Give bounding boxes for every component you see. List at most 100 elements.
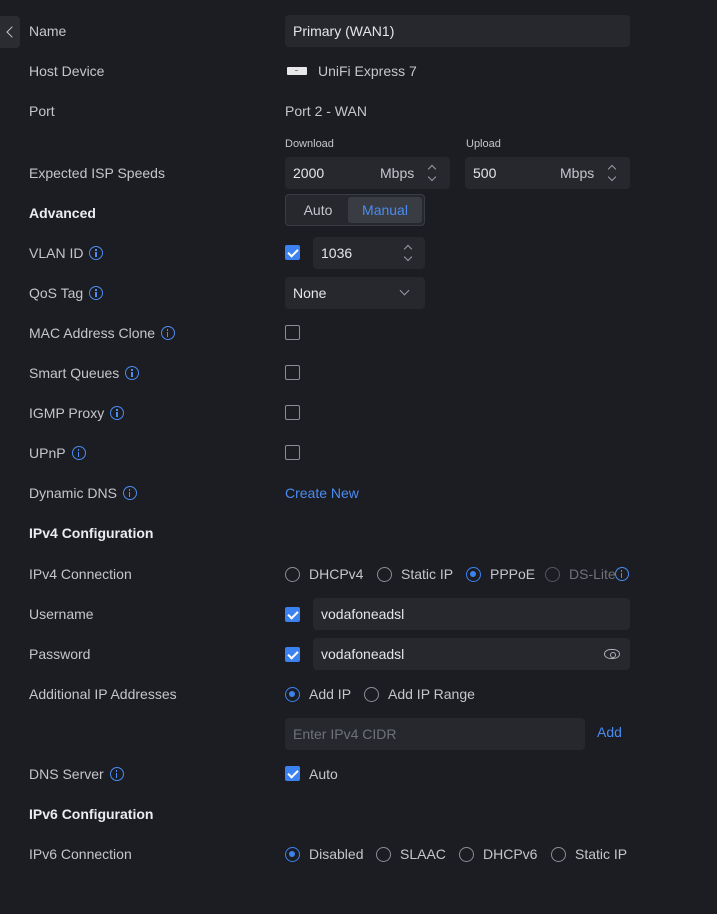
ipv6-section-title: IPv6 Configuration [29, 806, 154, 822]
add-cidr-button[interactable]: Add [597, 715, 622, 749]
smart-queues-label: Smart Queues [29, 356, 140, 390]
ipv6-connection-row: IPv6 Connection Disabled SLAAC DHCPv6 St… [0, 837, 717, 871]
mac-clone-label-text: MAC Address Clone [29, 325, 156, 341]
upload-label: Upload [466, 138, 501, 150]
igmp-checkbox[interactable] [285, 405, 300, 420]
info-icon[interactable] [161, 326, 176, 340]
ipv4-radio-static[interactable] [377, 567, 392, 582]
mac-clone-checkbox[interactable] [285, 325, 300, 340]
ipv4-radio-pppoe[interactable] [466, 567, 481, 582]
add-ip-radio[interactable] [285, 687, 300, 702]
vlan-stepper-icon[interactable] [403, 242, 413, 264]
vlan-value: 1036 [321, 245, 353, 261]
username-row: Username vodafoneadsl [0, 597, 717, 631]
ipv4-radio-dhcpv4[interactable] [285, 567, 300, 582]
username-checkbox[interactable] [285, 607, 300, 622]
dns-auto-checkbox[interactable] [285, 766, 300, 781]
create-new-link[interactable]: Create New [285, 476, 359, 510]
download-label: Download [285, 138, 334, 150]
smart-queues-row: Smart Queues [0, 356, 717, 390]
ipv6-option-disabled[interactable]: Disabled [309, 837, 363, 871]
igmp-label: IGMP Proxy [29, 396, 125, 430]
chevron-down-icon [399, 285, 410, 296]
qos-row: QoS Tag None [0, 276, 717, 310]
cidr-row: Enter IPv4 CIDR Add [0, 717, 717, 751]
qos-select[interactable]: None [285, 277, 425, 309]
ipv6-radio-static[interactable] [551, 847, 566, 862]
download-value: 2000 [293, 165, 325, 181]
ipv4-option-dhcpv4[interactable]: DHCPv4 [309, 557, 363, 591]
ipv6-section-row: IPv6 Configuration [0, 797, 717, 831]
smart-queues-checkbox[interactable] [285, 365, 300, 380]
eye-icon[interactable] [604, 649, 620, 659]
ipv4-option-pppoe[interactable]: PPPoE [490, 557, 535, 591]
upload-stepper-icon[interactable] [607, 162, 617, 184]
dns-row: DNS Server Auto [0, 757, 717, 791]
vlan-input[interactable]: 1036 [313, 237, 425, 269]
ipv6-radio-dhcpv6[interactable] [459, 847, 474, 862]
ddns-row: Dynamic DNS Create New [0, 476, 717, 510]
vlan-label: VLAN ID [29, 236, 104, 270]
username-input[interactable]: vodafoneadsl [313, 598, 630, 630]
advanced-row: Advanced Auto Manual [0, 194, 717, 230]
ipv4-section-row: IPv4 Configuration [0, 516, 717, 550]
info-icon[interactable] [125, 366, 140, 380]
password-label: Password [29, 646, 91, 662]
ddns-label-text: Dynamic DNS [29, 485, 117, 501]
add-ip-range-option[interactable]: Add IP Range [388, 677, 475, 711]
dns-label: DNS Server [29, 757, 124, 791]
host-device-label: Host Device [29, 63, 105, 79]
advanced-option-auto[interactable]: Auto [288, 197, 348, 223]
upnp-row: UPnP [0, 436, 717, 470]
mac-clone-row: MAC Address Clone [0, 316, 717, 350]
dns-label-text: DNS Server [29, 766, 104, 782]
name-label: Name [29, 23, 67, 39]
ipv6-option-dhcpv6[interactable]: DHCPv6 [483, 837, 537, 871]
ipv6-radio-slaac[interactable] [376, 847, 391, 862]
upload-value: 500 [473, 165, 497, 181]
vlan-row: VLAN ID 1036 [0, 236, 717, 270]
advanced-option-manual[interactable]: Manual [348, 197, 422, 223]
router-device-icon [287, 67, 307, 75]
upnp-checkbox[interactable] [285, 445, 300, 460]
vlan-checkbox[interactable] [285, 245, 300, 260]
info-icon[interactable] [110, 406, 125, 420]
additional-ip-label: Additional IP Addresses [29, 686, 177, 702]
info-icon[interactable] [71, 446, 86, 460]
upload-input[interactable]: 500 Mbps [465, 157, 630, 189]
info-icon[interactable] [89, 286, 104, 300]
ipv6-option-static[interactable]: Static IP [575, 837, 627, 871]
host-device-value: UniFi Express 7 [318, 63, 417, 79]
add-ip-option[interactable]: Add IP [309, 677, 351, 711]
ipv4-option-static[interactable]: Static IP [401, 557, 453, 591]
upnp-label: UPnP [29, 436, 86, 470]
info-icon[interactable] [89, 246, 104, 260]
ipv6-option-slaac[interactable]: SLAAC [400, 837, 446, 871]
qos-value: None [293, 285, 327, 301]
info-icon[interactable] [122, 486, 137, 500]
add-ip-range-radio[interactable] [364, 687, 379, 702]
info-icon[interactable] [615, 567, 629, 581]
cidr-input[interactable]: Enter IPv4 CIDR [285, 718, 585, 750]
dns-auto-label: Auto [309, 766, 338, 782]
port-value: Port 2 - WAN [285, 103, 367, 119]
name-input[interactable]: Primary (WAN1) [285, 15, 630, 47]
download-stepper-icon[interactable] [427, 162, 437, 184]
ddns-label: Dynamic DNS [29, 476, 137, 510]
info-icon[interactable] [109, 767, 124, 781]
ipv4-option-dslite[interactable]: DS-Lite [569, 557, 616, 591]
ipv4-connection-label: IPv4 Connection [29, 566, 132, 582]
password-value: vodafoneadsl [321, 646, 405, 662]
ipv6-radio-disabled[interactable] [285, 847, 300, 862]
upload-unit: Mbps [560, 165, 595, 181]
advanced-toggle[interactable]: Auto Manual [285, 194, 425, 226]
advanced-label: Advanced [29, 205, 96, 221]
qos-label-text: QoS Tag [29, 285, 84, 301]
ipv4-radio-dslite[interactable] [545, 567, 560, 582]
password-input[interactable]: vodafoneadsl [313, 638, 630, 670]
port-label: Port [29, 103, 55, 119]
password-checkbox[interactable] [285, 647, 300, 662]
download-unit: Mbps [380, 165, 415, 181]
username-label: Username [29, 606, 94, 622]
download-input[interactable]: 2000 Mbps [285, 157, 450, 189]
